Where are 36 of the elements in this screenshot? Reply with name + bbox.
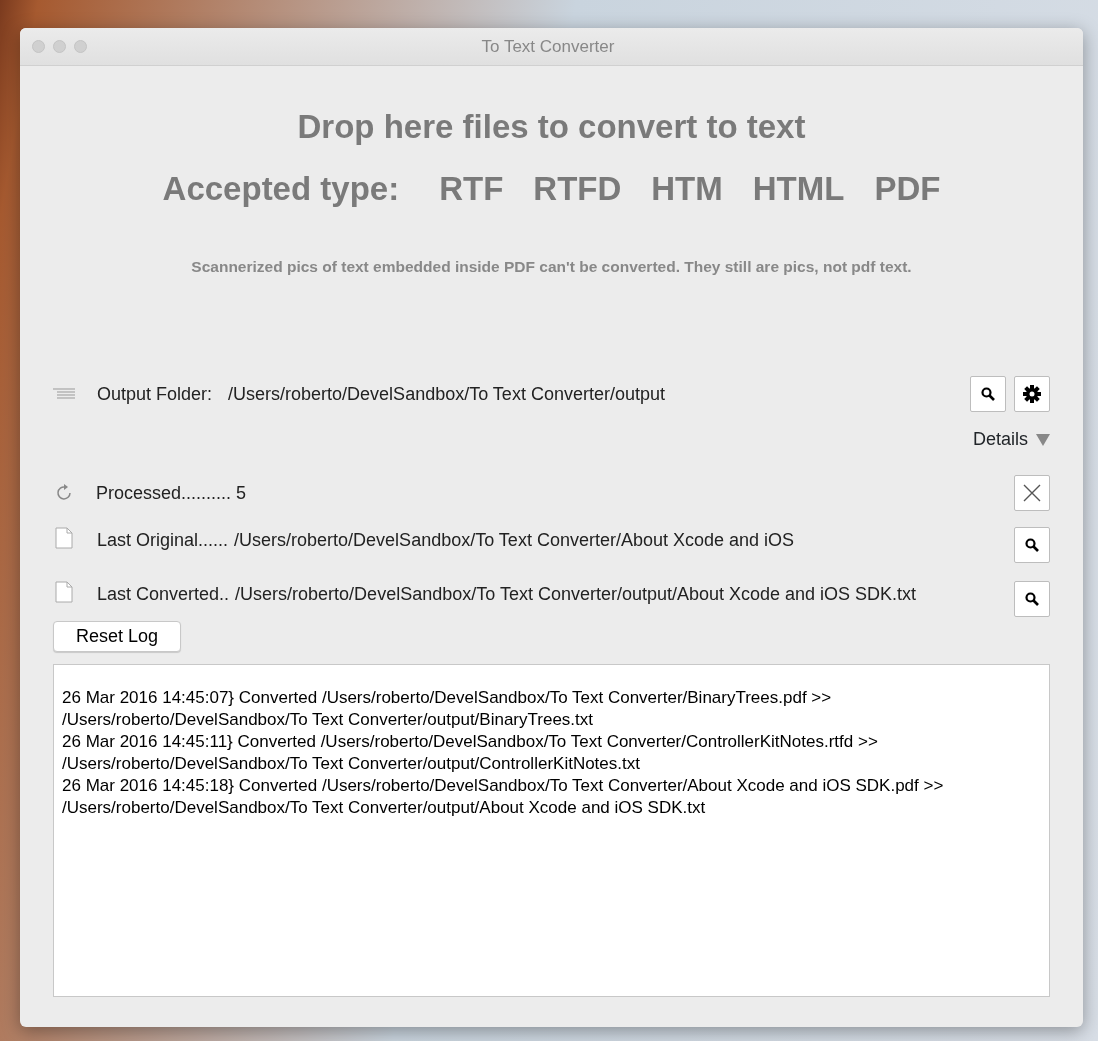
close-button[interactable]	[1014, 475, 1050, 512]
output-folder-label: Output Folder:	[97, 382, 213, 406]
note-text: Scannerized pics of text embedded inside PDF can't be converted. They still are pics, not pdf text.	[190, 257, 913, 277]
search-icon	[1025, 592, 1039, 607]
file-label: Last Original......	[97, 529, 229, 553]
log-entry: 26 Mar 2016 14:45:18} Converted /Users/roberto/DevelSandbox/To Text Converter/About Xcode and iOS SDK.pdf >> /Users/roberto/DevelSandbox/To Text Converter/output/About Xcode and iOS SDK.txt	[62, 775, 945, 820]
file-type-label: HTML	[752, 168, 845, 209]
drop-title: Drop here files to convert to text	[296, 107, 807, 147]
reset-log-button[interactable]: Reset Log	[53, 621, 182, 653]
processed-count: Processed.......... 5	[96, 481, 248, 505]
file-label: Last Converted..	[97, 583, 230, 607]
log-entry: 26 Mar 2016 14:45:11} Converted /Users/roberto/DevelSandbox/To Text Converter/ControllerKitNotes.rtfd >> /Users/roberto/DevelSandbox/To Text Converter/output/ControllerKitNotes.txt	[62, 731, 879, 776]
file-path: /Users/roberto/DevelSandbox/To Text Converter/output/About Xcode and iOS SDK.txt	[235, 583, 918, 607]
search-button[interactable]	[1014, 527, 1050, 564]
document-icon	[55, 527, 73, 550]
gear-icon	[1022, 384, 1042, 405]
file-type-label: PDF	[874, 168, 941, 209]
triangle-down-icon	[1036, 433, 1050, 446]
search-icon	[1025, 538, 1039, 553]
search-icon	[981, 387, 995, 402]
close-icon	[1023, 484, 1041, 503]
refresh-icon	[56, 484, 74, 503]
search-button[interactable]	[1014, 581, 1050, 618]
accepted-type-label: Accepted type:	[162, 168, 400, 209]
file-type-label: HTM	[651, 168, 723, 209]
list-icon	[53, 388, 75, 401]
window-title: To Text Converter	[480, 35, 616, 58]
log-entry: 26 Mar 2016 14:45:07} Converted /Users/roberto/DevelSandbox/To Text Converter/BinaryTrees.pdf >> /Users/roberto/DevelSandbox/To Text Converter/output/BinaryTrees.txt	[62, 687, 833, 732]
document-icon	[55, 581, 73, 604]
file-type-label: RTF	[439, 168, 504, 209]
output-folder-path: /Users/roberto/DevelSandbox/To Text Converter/output	[228, 382, 666, 406]
file-type-label: RTFD	[533, 168, 622, 209]
settings-button[interactable]	[1014, 376, 1050, 413]
file-path: /Users/roberto/DevelSandbox/To Text Converter/About Xcode and iOS	[234, 529, 796, 553]
details-toggle[interactable]: Details	[972, 426, 1050, 454]
search-button[interactable]	[970, 376, 1006, 413]
